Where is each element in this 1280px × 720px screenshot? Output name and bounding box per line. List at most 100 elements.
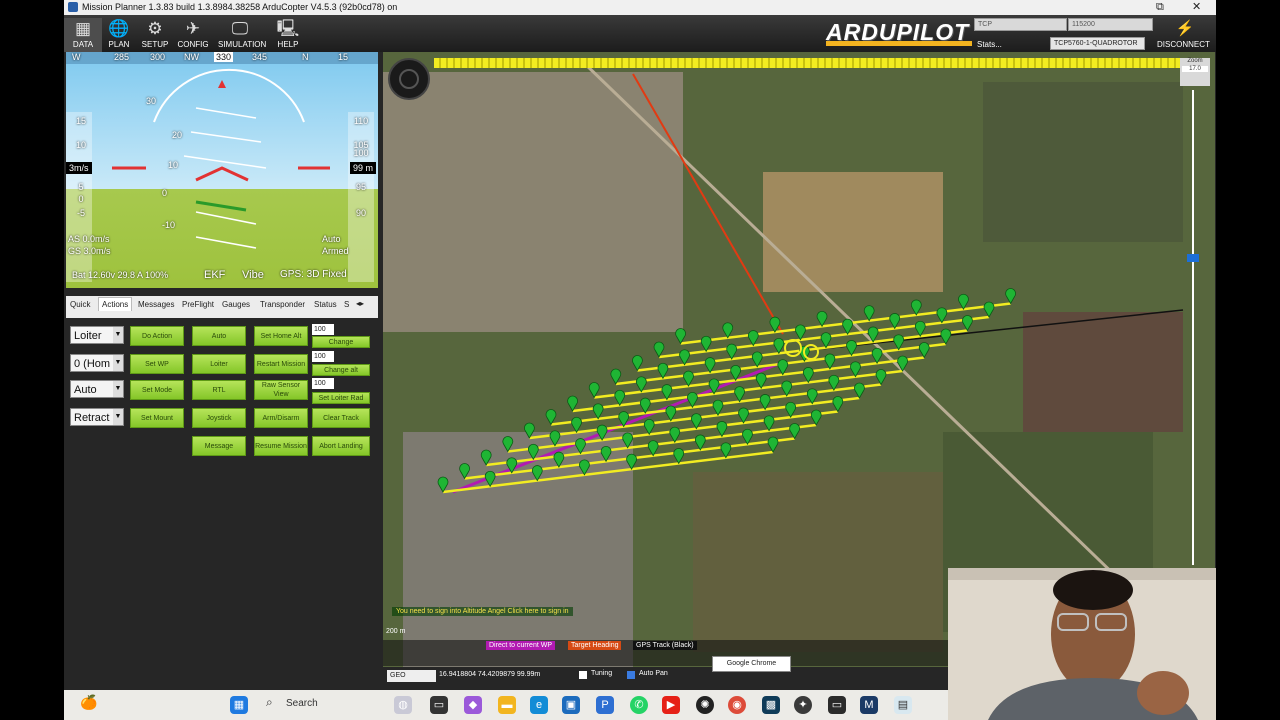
store-icon[interactable]: ▣	[562, 696, 580, 714]
notepad-icon[interactable]: ▤	[894, 696, 912, 714]
link-select[interactable]: TCP5760-1-QUADROTOR	[1050, 37, 1145, 50]
terminal-icon[interactable]: ▭	[828, 696, 846, 714]
weather-icon[interactable]: 🍊	[80, 694, 97, 711]
menu-plan[interactable]: 🌐 PLAN	[100, 18, 138, 52]
rtl-button[interactable]: RTL	[192, 380, 246, 400]
set-wp-button[interactable]: Set WP	[130, 354, 184, 374]
mount-dropdown[interactable]: Retract ▼	[70, 408, 124, 426]
compass-icon	[388, 58, 430, 100]
task-view-icon[interactable]: ▭	[430, 696, 448, 714]
app-icon	[68, 2, 78, 12]
data-icon: ▦	[74, 19, 92, 38]
folder-icon[interactable]: ▬	[498, 696, 516, 714]
change-alt-button[interactable]: Change alt	[312, 364, 370, 376]
tab-transponder[interactable]: Transponder	[260, 300, 305, 309]
tab-actions[interactable]: Actions	[98, 297, 133, 311]
settings-icon[interactable]: ✦	[794, 696, 812, 714]
do-action-button[interactable]: Do Action	[130, 326, 184, 346]
copilot-icon[interactable]: ◆	[464, 696, 482, 714]
edge-icon[interactable]: e	[530, 696, 548, 714]
abort-landing-button[interactable]: Abort Landing	[312, 436, 370, 456]
coordinate-format-select[interactable]: GEO	[387, 670, 436, 682]
port-select[interactable]: TCP	[974, 18, 1067, 31]
pitch-ladder-line	[195, 236, 257, 249]
tab-quick[interactable]: Quick	[70, 300, 90, 309]
files-icon[interactable]: ◍	[394, 696, 412, 714]
altitude-readout: 99 m	[350, 162, 377, 174]
raw-sensor-view-button[interactable]: Raw Sensor View	[254, 380, 308, 400]
field	[1023, 312, 1183, 432]
autopan-checkbox[interactable]	[627, 671, 635, 679]
pitch-ladder-line	[183, 155, 267, 169]
zoom-input[interactable]: 17.0	[1182, 66, 1208, 72]
resume-mission-button[interactable]: Resume Mission	[254, 436, 308, 456]
menu-config[interactable]: ✈ CONFIG	[174, 18, 212, 52]
set-mode-button[interactable]: Set Mode	[130, 380, 184, 400]
restart-mission-button[interactable]: Restart Mission	[254, 354, 308, 374]
tab-strip: Quick Actions Messages PreFlight Gauges …	[66, 296, 378, 318]
tuning-checkbox[interactable]	[579, 671, 587, 679]
chrome-icon[interactable]: ◉	[728, 696, 746, 714]
heading-current: 330	[214, 52, 234, 62]
zoom-control[interactable]: Zoom 17.0	[1180, 58, 1210, 86]
pitch-label: 10	[168, 160, 179, 170]
change-speed-button[interactable]: Change	[312, 336, 370, 348]
loiter-radius-input[interactable]: 100	[312, 378, 334, 389]
menu-help[interactable]: 🖳 HELP	[269, 18, 307, 52]
close-icon[interactable]: ✕	[1192, 0, 1201, 15]
tab-gauges[interactable]: Gauges	[222, 300, 250, 309]
tab-status[interactable]: Status	[314, 300, 337, 309]
tab-preflight[interactable]: PreFlight	[182, 300, 214, 309]
clear-track-button[interactable]: Clear Track	[312, 408, 370, 428]
altitude-tape	[348, 112, 374, 282]
chatgpt-icon[interactable]: ✺	[696, 696, 714, 714]
speed-tick: 15	[75, 116, 86, 126]
message-button[interactable]: Message	[192, 436, 246, 456]
arm-disarm-button[interactable]: Arm/Disarm	[254, 408, 308, 428]
ppt-icon[interactable]: P	[596, 696, 614, 714]
zoom-slider-handle[interactable]	[1187, 254, 1199, 262]
altitude-tick: 110	[353, 116, 369, 126]
mp-icon[interactable]: M	[860, 696, 878, 714]
airspeed-readout: AS 0.0m/s	[68, 234, 110, 244]
altitude-angel-notice[interactable]: You need to sign into Altitude Angel Cli…	[392, 607, 573, 616]
tab-scroll-icon[interactable]: ◂▸	[356, 299, 364, 308]
restore-icon[interactable]: ⧉	[1156, 0, 1164, 15]
menu-setup[interactable]: ⚙ SETUP	[136, 18, 174, 52]
set-loiter-rad-button[interactable]: Set Loiter Rad	[312, 392, 370, 404]
alt-number-input[interactable]: 100	[312, 351, 334, 362]
vibe-status[interactable]: Vibe	[242, 269, 264, 281]
ekf-status[interactable]: EKF	[204, 269, 225, 281]
joystick-button[interactable]: Joystick	[192, 408, 246, 428]
auto-button[interactable]: Auto	[192, 326, 246, 346]
set-mode-dropdown[interactable]: Auto ▼	[70, 380, 124, 398]
mode-dropdown[interactable]: Loiter ▼	[70, 326, 124, 344]
loiter-button[interactable]: Loiter	[192, 354, 246, 374]
zoom-label: Zoom	[1187, 58, 1203, 64]
menu-simulation[interactable]: 🖵 SIMULATION	[218, 18, 266, 52]
disconnect-button[interactable]: DISCONNECT	[1157, 40, 1210, 49]
search-icon[interactable]: ⌕	[266, 695, 273, 710]
baud-select[interactable]: 115200	[1068, 18, 1153, 31]
tab-messages[interactable]: Messages	[138, 300, 174, 309]
speed-tick: 10	[75, 140, 86, 150]
waypoint-dropdown[interactable]: 0 (Hom ▼	[70, 354, 124, 372]
zoom-slider[interactable]	[1192, 90, 1194, 565]
aircraft-symbol	[195, 166, 249, 182]
youtube-icon[interactable]: ▶	[662, 696, 680, 714]
menu-data[interactable]: ▦ DATA	[64, 18, 102, 52]
speed-tick: 0	[78, 194, 84, 204]
speed-number-input[interactable]: 100	[312, 324, 334, 335]
set-home-alt-button[interactable]: Set Home Alt	[254, 326, 308, 346]
tab-more[interactable]: S	[344, 300, 349, 309]
target-bar	[195, 200, 247, 212]
roll-pointer	[218, 80, 226, 88]
start-icon[interactable]: ▦	[230, 696, 248, 714]
app-icon[interactable]: ▩	[762, 696, 780, 714]
taskbar-search[interactable]: Search	[286, 694, 396, 714]
set-mount-button[interactable]: Set Mount	[130, 408, 184, 428]
stats-link[interactable]: Stats...	[977, 40, 1002, 49]
disconnect-icon[interactable]: ⚡	[1172, 19, 1198, 37]
chevron-down-icon: ▼	[113, 381, 123, 397]
whatsapp-icon[interactable]: ✆	[630, 696, 648, 714]
